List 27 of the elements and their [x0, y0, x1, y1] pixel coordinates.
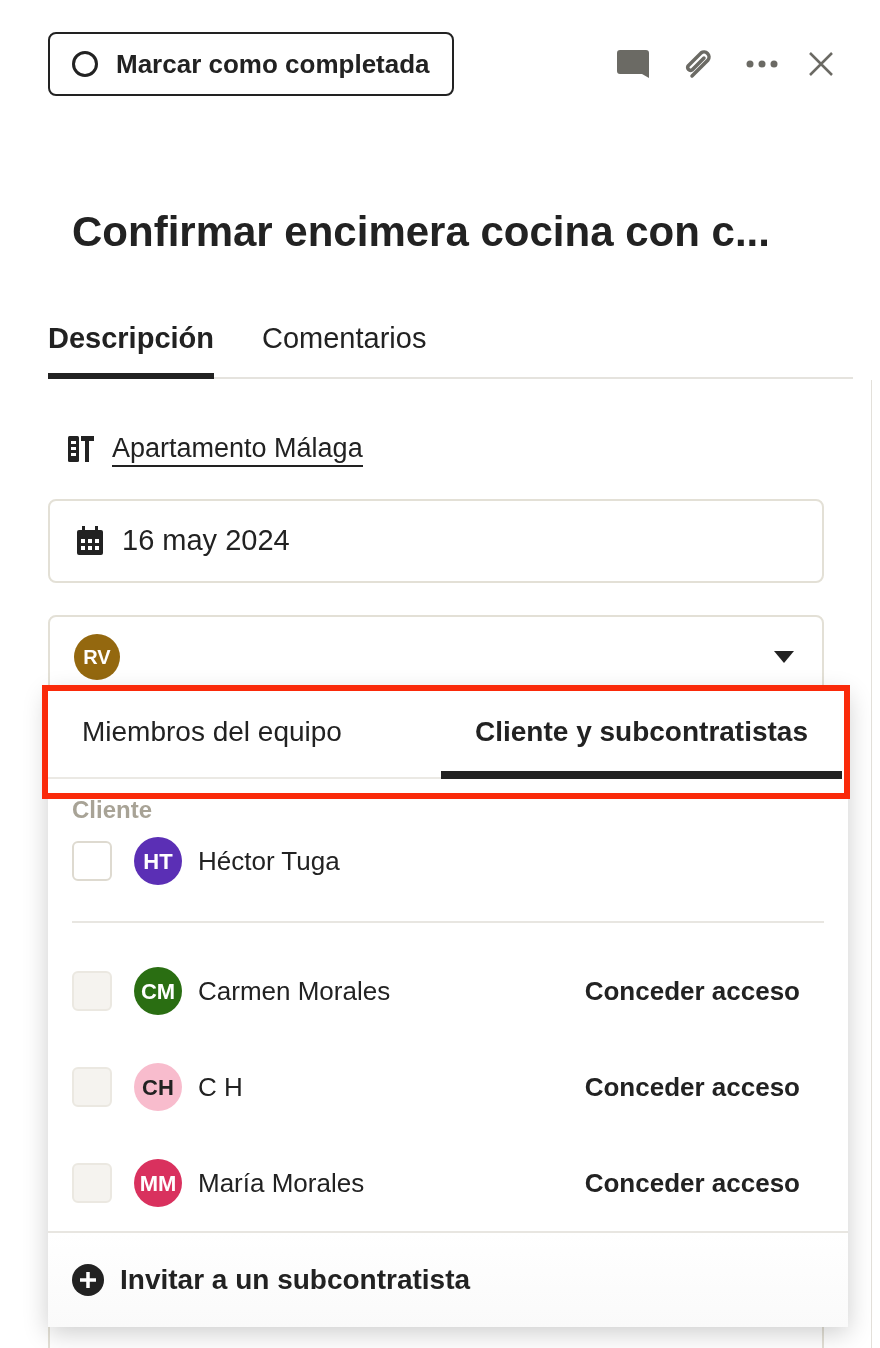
person-name: Carmen Morales	[198, 974, 391, 1008]
person-name: María Morales	[198, 1166, 365, 1200]
avatar: HT	[134, 837, 182, 885]
tab[interactable]: Comentarios	[262, 304, 427, 379]
checkbox[interactable]	[72, 841, 112, 881]
person-name: C H	[198, 1070, 243, 1104]
tab[interactable]: Descripción	[48, 304, 214, 379]
tools-icon	[66, 434, 96, 464]
section-heading: Cliente	[72, 795, 153, 825]
avatar: MM	[134, 1159, 182, 1207]
caret-icon	[774, 651, 794, 663]
person-name: Héctor Tuga	[198, 844, 340, 878]
date-field[interactable]: 16 may 2024	[48, 499, 824, 583]
avatar: RV	[74, 634, 120, 680]
task-title: Confirmar encimera cocina con c...	[72, 207, 771, 257]
avatar: CH	[134, 1063, 182, 1111]
calendar-icon	[76, 526, 104, 556]
close-icon[interactable]	[808, 51, 834, 77]
comment-icon[interactable]	[616, 48, 650, 80]
tab[interactable]: Cliente y subcontratistas	[441, 693, 842, 779]
project-link[interactable]: Apartamento Málaga	[112, 431, 363, 467]
date-value: 16 may 2024	[122, 523, 290, 559]
avatar: CM	[134, 967, 182, 1015]
mark-complete-button[interactable]: Marcar como completada	[48, 32, 454, 96]
more-icon[interactable]	[746, 60, 778, 68]
invite-subcontractor-button[interactable]: Invitar a un subcontratista	[48, 1231, 848, 1327]
plus-icon	[72, 1264, 104, 1296]
